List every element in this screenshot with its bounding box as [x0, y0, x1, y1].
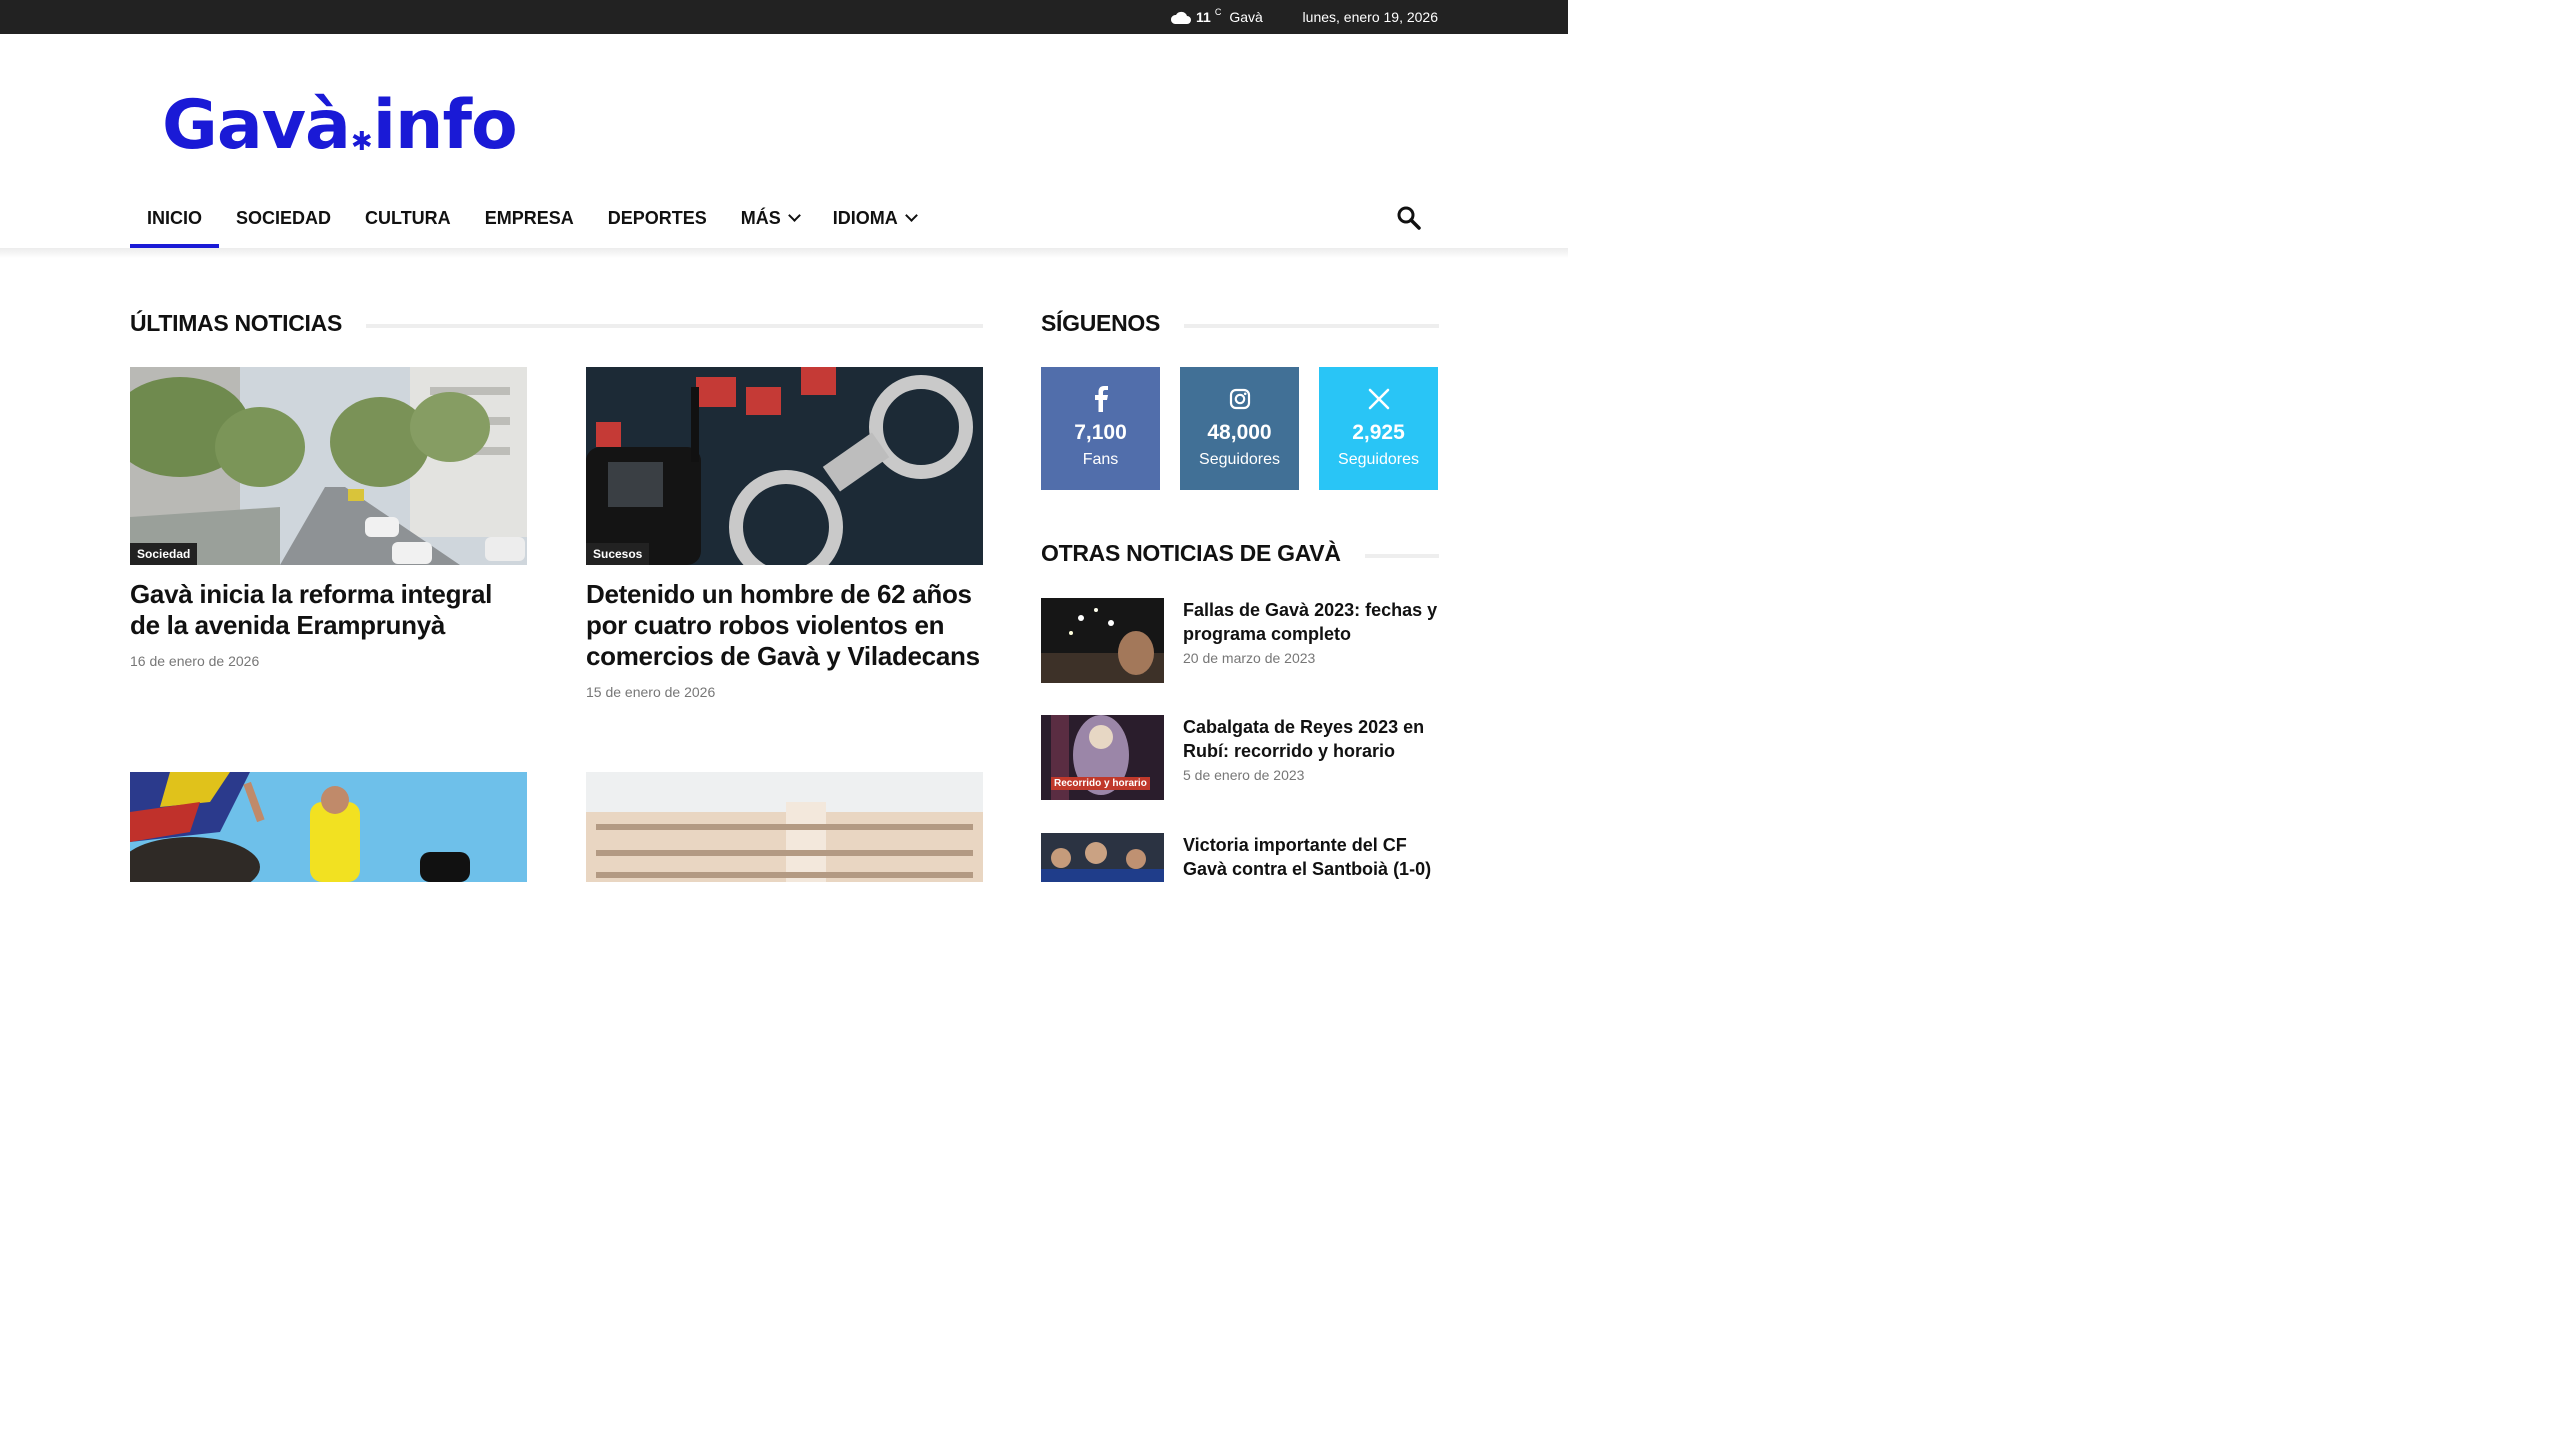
- category-badge[interactable]: Sociedad: [130, 543, 198, 565]
- follower-count: 7,100: [1074, 421, 1127, 444]
- divider: [1364, 553, 1439, 558]
- nav-item-deportes[interactable]: DEPORTES: [591, 192, 724, 244]
- article-date: 15 de enero de 2026: [586, 684, 716, 700]
- logo-asterisk-icon: ✱: [350, 127, 373, 157]
- side-news-image[interactable]: [1041, 833, 1164, 882]
- side-news-badge: Recorrido y horario: [1051, 777, 1150, 790]
- nav-item-empresa[interactable]: EMPRESA: [468, 192, 591, 244]
- temperature: 11: [1196, 9, 1211, 25]
- side-news-item[interactable]: Victoria importante del CF Gavà contra e…: [1041, 833, 1439, 919]
- nav-item-sociedad[interactable]: SOCIEDAD: [219, 192, 348, 244]
- nav-label: INICIO: [147, 208, 203, 228]
- main-nav: INICIO SOCIEDAD CULTURA EMPRESA DEPORTES…: [130, 192, 933, 248]
- search-icon[interactable]: [1396, 205, 1422, 231]
- weather-city: Gavà: [1229, 9, 1263, 25]
- nav-item-cultura[interactable]: CULTURA: [348, 192, 468, 244]
- follower-count: 2,925: [1352, 421, 1405, 444]
- nav-label: DEPORTES: [607, 208, 707, 228]
- site-logo[interactable]: Gavà✱info: [162, 86, 518, 165]
- facebook-icon: [1041, 385, 1160, 413]
- temperature-unit: C: [1214, 7, 1222, 17]
- article-card[interactable]: [130, 772, 527, 882]
- nav-label: SOCIEDAD: [236, 208, 332, 228]
- article-card[interactable]: [586, 772, 983, 882]
- side-news-date: 20 de marzo de 2023: [1183, 650, 1316, 666]
- section-title: OTRAS NOTICIAS DE GAVÀ: [1041, 540, 1341, 566]
- nav-divider: [0, 248, 1568, 258]
- x-icon: [1319, 385, 1438, 413]
- current-date: lunes, enero 19, 2026: [1302, 9, 1438, 25]
- logo-text-right: info: [372, 86, 518, 165]
- side-news-title[interactable]: Cabalgata de Reyes 2023 en Rubí: recorri…: [1183, 715, 1439, 763]
- x-counter[interactable]: 2,925 Seguidores: [1319, 367, 1438, 490]
- category-badge[interactable]: Sucesos: [586, 543, 650, 565]
- cloud-icon: [1170, 11, 1191, 24]
- article-title[interactable]: Gavà inicia la reforma integral de la av…: [130, 579, 527, 641]
- article-image[interactable]: Sociedad: [130, 367, 527, 565]
- side-news-item[interactable]: Fallas de Gavà 2023: fechas y programa c…: [1041, 598, 1439, 684]
- article-card[interactable]: Sucesos Detenido un hombre de 62 años po…: [586, 367, 983, 700]
- nav-label: MÁS: [740, 208, 781, 228]
- follower-label: Seguidores: [1338, 451, 1419, 468]
- section-title: SÍGUENOS: [1041, 310, 1161, 336]
- nav-item-idioma[interactable]: IDIOMA: [816, 192, 933, 244]
- nav-label: IDIOMA: [832, 208, 898, 228]
- follower-label: Fans: [1082, 451, 1119, 468]
- nav-item-inicio[interactable]: INICIO: [130, 192, 220, 248]
- instagram-icon: [1180, 385, 1299, 413]
- side-news-item[interactable]: Recorrido y horario Cabalgata de Reyes 2…: [1041, 715, 1439, 801]
- top-bar: 11 C Gavà lunes, enero 19, 2026: [0, 0, 1568, 34]
- weather-widget: 11 C Gavà: [1170, 0, 1263, 34]
- article-date: 16 de enero de 2026: [130, 653, 260, 669]
- side-news-title[interactable]: Fallas de Gavà 2023: fechas y programa c…: [1183, 598, 1439, 646]
- divider: [1184, 323, 1439, 328]
- follow-header: SÍGUENOS: [1041, 310, 1439, 337]
- article-image[interactable]: Sucesos: [586, 367, 983, 565]
- section-title: ÚLTIMAS NOTICIAS: [130, 310, 342, 336]
- article-card[interactable]: Sociedad Gavà inicia la reforma integral…: [130, 367, 527, 669]
- latest-news-header: ÚLTIMAS NOTICIAS: [130, 310, 983, 337]
- facebook-counter[interactable]: 7,100 Fans: [1041, 367, 1160, 490]
- article-image[interactable]: [130, 772, 527, 882]
- nav-item-mas[interactable]: MÁS: [724, 192, 816, 244]
- article-title[interactable]: Detenido un hombre de 62 años por cuatro…: [586, 579, 983, 672]
- side-news-image[interactable]: [1041, 598, 1164, 683]
- nav-label: EMPRESA: [484, 208, 574, 228]
- follower-count: 48,000: [1207, 421, 1272, 444]
- side-news-image[interactable]: Recorrido y horario: [1041, 715, 1164, 800]
- article-image[interactable]: [586, 772, 983, 882]
- chevron-down-icon: [904, 209, 918, 222]
- nav-label: CULTURA: [365, 208, 451, 228]
- other-news-header: OTRAS NOTICIAS DE GAVÀ: [1041, 540, 1439, 567]
- chevron-down-icon: [787, 209, 801, 222]
- follower-label: Seguidores: [1199, 451, 1280, 468]
- instagram-counter[interactable]: 48,000 Seguidores: [1180, 367, 1299, 490]
- logo-text-left: Gavà: [162, 86, 351, 165]
- divider: [365, 323, 983, 328]
- side-news-title[interactable]: Victoria importante del CF Gavà contra e…: [1183, 833, 1439, 881]
- side-news-date: 5 de enero de 2023: [1183, 767, 1305, 783]
